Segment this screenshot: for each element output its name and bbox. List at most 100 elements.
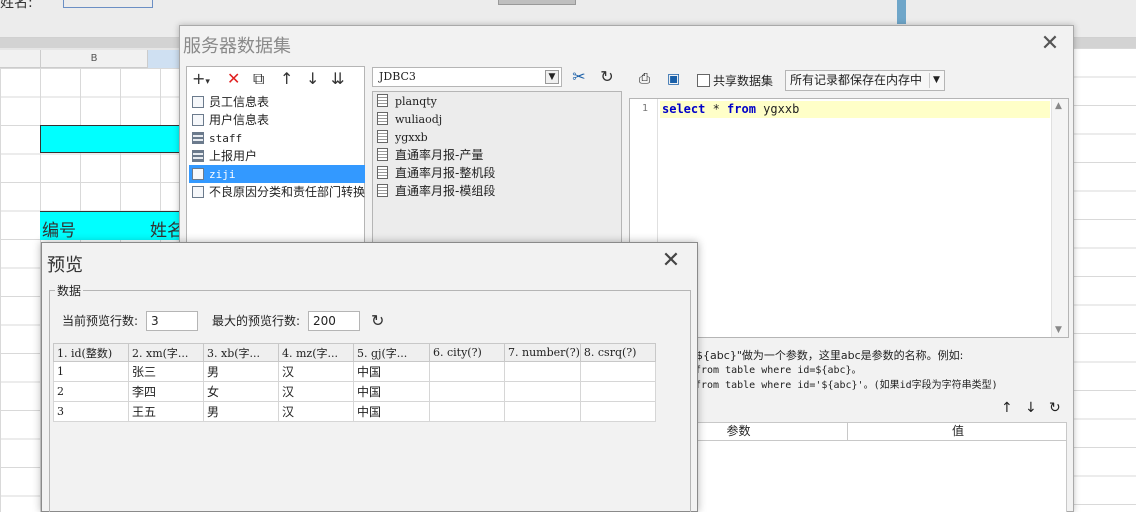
- table-icon: [377, 94, 388, 107]
- header-row[interactable]: 编号 姓名: [40, 211, 190, 241]
- add-dataset-button[interactable]: +▾: [192, 69, 210, 92]
- table-cell: 2: [53, 381, 129, 402]
- data-group: 数据 当前预览行数: 3 最大的预览行数: 200 ↻ 1. id(整数) 2.…: [49, 282, 691, 512]
- scroll-down-icon[interactable]: ▼: [1055, 325, 1062, 335]
- table-cell: 张三: [128, 361, 204, 382]
- column-header[interactable]: 5. gj(字...: [353, 343, 430, 362]
- dataset-tree-pane: +▾ ✕ ⧉ ↑ ↓ ⇊ 员工信息表 用户信息表 staff 上报用户 ziji…: [186, 66, 365, 266]
- refresh-icon[interactable]: ↻: [596, 67, 618, 87]
- tree-item[interactable]: 员工信息表: [189, 93, 364, 111]
- tree-item[interactable]: 不良原因分类和责任部门转换: [189, 183, 365, 201]
- group-label: 数据: [55, 282, 84, 299]
- tree-item[interactable]: 上报用户: [189, 147, 364, 165]
- column-header[interactable]: 8. csrq(?): [579, 343, 656, 362]
- close-icon[interactable]: ✕: [1038, 33, 1062, 57]
- file-dataset-icon: [192, 186, 204, 198]
- table-icon: [377, 130, 388, 143]
- table-cell: 中国: [353, 381, 430, 402]
- table-item[interactable]: planqty: [373, 92, 621, 110]
- dialog-title: 服务器数据集: [183, 36, 291, 57]
- column-header[interactable]: 4. mz(字...: [278, 343, 354, 362]
- file-dataset-icon: [192, 114, 204, 126]
- file-dataset-icon: [192, 168, 204, 180]
- chevron-down-icon: ▼: [929, 73, 943, 88]
- preview-table: 1. id(整数) 2. xm(字... 3. xb(字... 4. mz(字.…: [53, 343, 656, 422]
- refresh-icon[interactable]: ↻: [1049, 400, 1061, 416]
- sql-line[interactable]: select * from ygxxb: [660, 101, 1050, 118]
- file-dataset-icon: [192, 96, 204, 108]
- tree-item[interactable]: staff: [189, 129, 364, 147]
- column-header[interactable]: 7. number(?): [504, 343, 581, 362]
- caret-down-icon: ▾: [205, 77, 210, 87]
- move-down-icon[interactable]: ↓: [306, 69, 319, 89]
- delete-icon[interactable]: ✕: [227, 69, 240, 89]
- editor-scrollbar[interactable]: ▲ ▼: [1051, 99, 1068, 337]
- copy-icon[interactable]: ⧉: [253, 69, 264, 89]
- table-row[interactable]: 1 张三 男 汉 中国: [53, 361, 656, 382]
- tree-item[interactable]: 用户信息表: [189, 111, 364, 129]
- refresh-icon[interactable]: ↻: [371, 311, 384, 331]
- current-rows-field[interactable]: 3: [146, 311, 198, 331]
- tree-item-selected[interactable]: ziji: [189, 165, 365, 183]
- max-rows-field[interactable]: 200: [308, 311, 360, 331]
- table-list: planqty wuliaodj ygxxb 直通率月报-产量 直通率月报-整机…: [372, 91, 622, 266]
- db-dataset-icon: [192, 150, 204, 162]
- sql-toolbar: ⎙ ▣ 共享数据集 所有记录都保存在内存中 ▼: [629, 68, 1069, 92]
- dataset-tree: 员工信息表 用户信息表 staff 上报用户 ziji 不良原因分类和责任部门转…: [189, 93, 365, 201]
- table-cell: 男: [203, 361, 279, 382]
- chevron-down-icon: ▼: [545, 70, 559, 84]
- scroll-up-icon[interactable]: ▲: [1055, 101, 1062, 111]
- share-dataset-checkbox[interactable]: [697, 74, 710, 87]
- save-icon[interactable]: ▣: [667, 71, 680, 87]
- table-cell: [504, 381, 581, 402]
- preview-dialog: 预览 ✕ 数据 当前预览行数: 3 最大的预览行数: 200 ↻ 1. id(整…: [41, 242, 698, 512]
- table-cell: 3: [53, 401, 129, 422]
- table-cell: [579, 381, 656, 402]
- dialog-title: 预览: [47, 255, 83, 276]
- column-header-b[interactable]: B: [40, 50, 148, 68]
- table-cell: [429, 361, 505, 382]
- table-item[interactable]: wuliaodj: [373, 110, 621, 128]
- column-header[interactable]: 3. xb(字...: [203, 343, 279, 362]
- table-cell: 汉: [278, 401, 354, 422]
- table-cell: [579, 401, 656, 422]
- sort-icon[interactable]: ⇊: [331, 69, 344, 89]
- header-cell-id[interactable]: 编号: [42, 216, 76, 241]
- column-header[interactable]: 6. city(?): [429, 343, 505, 362]
- column-header[interactable]: 2. xm(字...: [128, 343, 204, 362]
- column-header[interactable]: 1. id(整数): [53, 343, 129, 362]
- table-icon: [377, 166, 388, 179]
- sheet-scroll-marker: [897, 0, 906, 24]
- table-header-row: 1. id(整数) 2. xm(字... 3. xb(字... 4. mz(字.…: [53, 343, 656, 362]
- move-down-icon[interactable]: ↓: [1025, 400, 1037, 416]
- cell-label: 姓名:: [0, 0, 33, 11]
- memory-option-select[interactable]: 所有记录都保存在内存中 ▼: [785, 70, 945, 91]
- table-item[interactable]: 直通率月报-整机段: [373, 164, 621, 182]
- max-rows-label: 最大的预览行数:: [212, 314, 301, 328]
- table-item[interactable]: 直通率月报-模组段: [373, 182, 621, 200]
- table-row[interactable]: 2 李四 女 汉 中国: [53, 381, 656, 402]
- table-cell: 李四: [128, 381, 204, 402]
- table-row[interactable]: 3 王五 男 汉 中国: [53, 401, 656, 422]
- table-cell: 1: [53, 361, 129, 382]
- move-up-icon[interactable]: ↑: [1001, 400, 1013, 416]
- column-header-row: B: [0, 50, 200, 68]
- connection-select[interactable]: JDBC3 ▼: [372, 67, 562, 87]
- connection-settings-icon[interactable]: ✂: [568, 67, 590, 87]
- table-cell: [429, 401, 505, 422]
- preview-icon[interactable]: ⎙: [639, 71, 650, 87]
- table-item[interactable]: 直通率月报-产量: [373, 146, 621, 164]
- table-cell: [504, 361, 581, 382]
- table-list-pane: JDBC3 ▼ ✂ ↻ planqty wuliaodj ygxxb 直通率月报…: [371, 66, 623, 266]
- table-item[interactable]: ygxxb: [373, 128, 621, 146]
- merged-title-cell[interactable]: [40, 125, 190, 153]
- close-icon[interactable]: ✕: [659, 250, 683, 274]
- table-icon: [377, 148, 388, 161]
- toolbar-button[interactable]: [498, 0, 576, 5]
- table-cell: 女: [203, 381, 279, 402]
- value-column-header: 值: [951, 424, 964, 438]
- spreadsheet-grid-right[interactable]: [1074, 48, 1136, 512]
- move-up-icon[interactable]: ↑: [280, 69, 293, 89]
- param-toolbar: ↑ ↓ ↻: [997, 400, 1069, 418]
- table-cell: 王五: [128, 401, 204, 422]
